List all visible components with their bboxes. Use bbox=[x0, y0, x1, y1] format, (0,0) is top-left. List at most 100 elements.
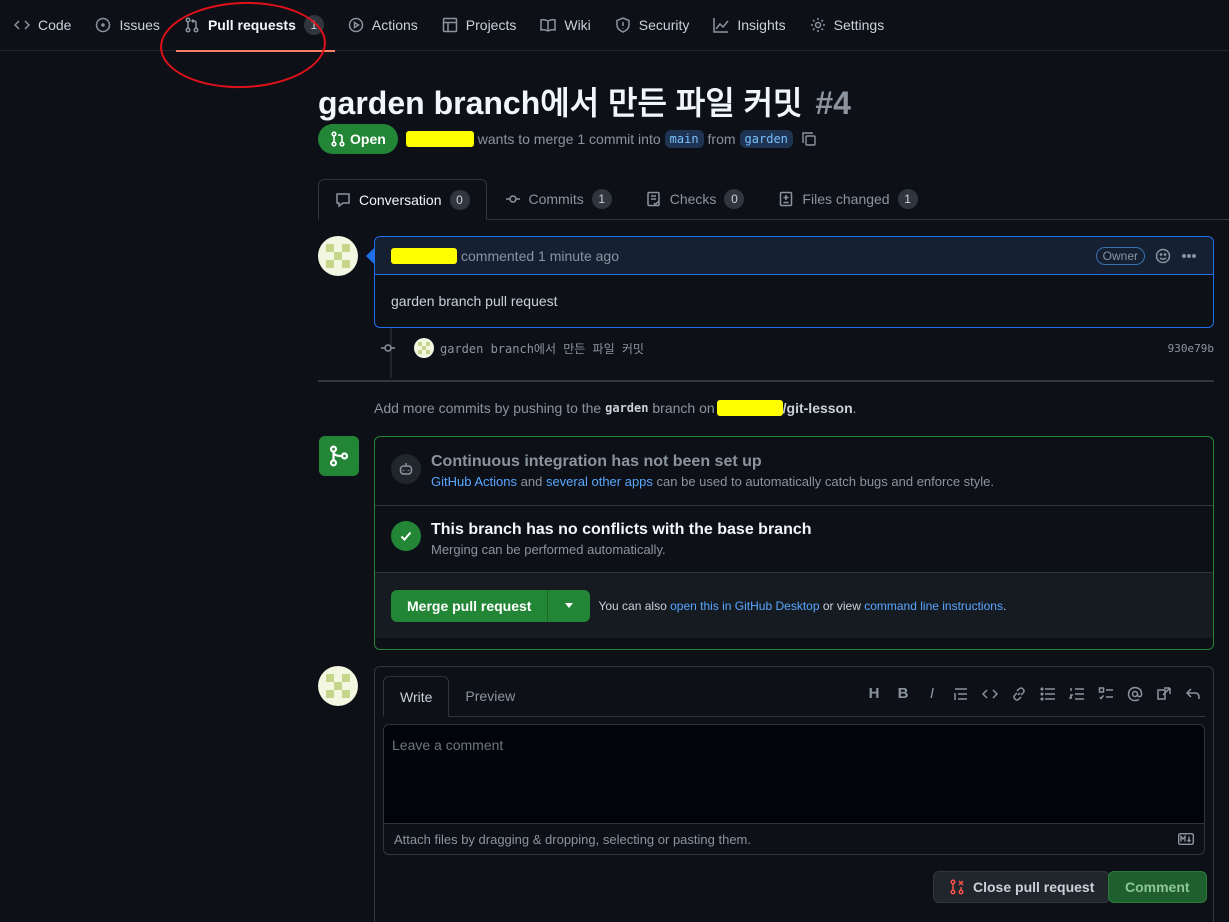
tab-conversation[interactable]: Conversation 0 bbox=[318, 179, 487, 220]
attach-files-bar[interactable]: Attach files by dragging & dropping, sel… bbox=[383, 823, 1205, 855]
nav-security-label: Security bbox=[638, 17, 690, 33]
command-line-link[interactable]: command line instructions bbox=[864, 599, 1003, 613]
merge-method-dropdown[interactable] bbox=[548, 589, 591, 622]
nav-code-label: Code bbox=[38, 17, 72, 33]
ci-rest: can be used to automatically catch bugs … bbox=[656, 474, 995, 489]
tab-files-changed-label: Files changed bbox=[802, 191, 890, 207]
current-user-avatar[interactable] bbox=[318, 666, 358, 706]
nav-security[interactable]: Security bbox=[615, 0, 701, 51]
tab-commits-label: Commits bbox=[528, 191, 584, 207]
nav-wiki[interactable]: Wiki bbox=[540, 0, 601, 51]
owner-badge: Owner bbox=[1095, 246, 1145, 265]
nav-issues[interactable]: Issues bbox=[95, 0, 170, 51]
italic-button[interactable]: I bbox=[924, 685, 940, 702]
github-actions-link[interactable]: GitHub Actions bbox=[431, 474, 517, 489]
page-title: garden branch에서 만든 파일 커밋 #4 bbox=[318, 78, 851, 124]
pr-tabs: Conversation 0 Commits 1 Checks 0 Files … bbox=[318, 179, 1229, 220]
merge-actions: Merge pull request You can also open thi… bbox=[375, 573, 1213, 638]
nav-settings[interactable]: Settings bbox=[810, 0, 896, 51]
smiley-icon[interactable] bbox=[1155, 248, 1171, 264]
comment-meta: commented 1 minute ago bbox=[461, 247, 619, 264]
kebab-horizontal-icon[interactable] bbox=[1181, 248, 1197, 264]
merge-box: Continuous integration has not been set … bbox=[374, 436, 1214, 650]
merge-note: You can also open this in GitHub Desktop… bbox=[598, 599, 1006, 613]
commit-message[interactable]: garden branch에서 만든 파일 커밋 bbox=[440, 340, 644, 357]
redacted-commenter bbox=[391, 247, 457, 264]
ordered-list-icon[interactable] bbox=[1069, 686, 1085, 702]
repo-nav: Code Issues Pull requests 1 Actions Proj… bbox=[0, 0, 1229, 52]
commit-avatar[interactable] bbox=[414, 338, 434, 358]
nav-insights[interactable]: Insights bbox=[713, 0, 796, 51]
diff-icon bbox=[780, 191, 793, 207]
tab-write[interactable]: Write bbox=[383, 676, 450, 717]
nav-pull-requests[interactable]: Pull requests 1 bbox=[175, 0, 335, 52]
nav-actions[interactable]: Actions bbox=[348, 0, 429, 51]
code-icon bbox=[14, 20, 30, 30]
push-hint-branch: garden bbox=[605, 401, 649, 415]
copy-icon[interactable] bbox=[801, 131, 817, 147]
merge-text: wants to merge 1 commit into bbox=[477, 131, 661, 147]
reply-icon[interactable] bbox=[1185, 686, 1201, 702]
heading-button[interactable]: H bbox=[866, 685, 882, 702]
code-icon[interactable] bbox=[982, 686, 998, 702]
comment-submit-button[interactable]: Comment bbox=[1108, 871, 1207, 903]
commit-icon bbox=[381, 344, 395, 352]
nav-projects[interactable]: Projects bbox=[442, 0, 528, 51]
comment-form: Write Preview H B I Leave a comment Atta… bbox=[374, 666, 1214, 922]
base-branch[interactable]: main bbox=[664, 130, 704, 148]
attach-files-text: Attach files by dragging & dropping, sel… bbox=[394, 831, 751, 847]
other-apps-link[interactable]: several other apps bbox=[546, 474, 653, 489]
bold-button[interactable]: B bbox=[895, 685, 911, 702]
nav-actions-label: Actions bbox=[371, 17, 418, 33]
merge-pull-request-button[interactable]: Merge pull request bbox=[391, 589, 549, 622]
chevron-down-icon bbox=[565, 603, 574, 608]
nav-settings-label: Settings bbox=[833, 17, 885, 33]
head-branch[interactable]: garden bbox=[739, 130, 793, 148]
link-icon[interactable] bbox=[1011, 686, 1027, 702]
conflict-title: This branch has no conflicts with the ba… bbox=[431, 521, 812, 538]
pull-request-icon bbox=[331, 131, 345, 147]
nav-issues-label: Issues bbox=[119, 17, 160, 33]
ci-and: and bbox=[520, 474, 543, 489]
comment-textarea[interactable]: Leave a comment bbox=[383, 724, 1205, 824]
tab-commits[interactable]: Commits 1 bbox=[489, 179, 628, 219]
pr-title-text: garden branch에서 만든 파일 커밋 bbox=[318, 85, 803, 121]
push-hint-repo[interactable]: /git-lesson bbox=[783, 400, 853, 416]
close-pull-request-button[interactable]: Close pull request bbox=[933, 871, 1111, 903]
quote-icon[interactable] bbox=[953, 686, 969, 702]
comment: commented 1 minute ago Owner garden bran… bbox=[374, 236, 1214, 328]
tab-preview[interactable]: Preview bbox=[449, 676, 531, 716]
markdown-icon[interactable] bbox=[1178, 833, 1194, 845]
avatar[interactable] bbox=[318, 236, 358, 276]
pull-request-closed-icon bbox=[950, 879, 964, 895]
push-hint-prefix: Add more commits by pushing to the bbox=[374, 400, 602, 416]
nav-code[interactable]: Code bbox=[14, 0, 82, 51]
task-list-icon[interactable] bbox=[1098, 686, 1114, 702]
from-text: from bbox=[707, 131, 736, 147]
comment-arrow bbox=[366, 248, 374, 264]
merge-note-or: or view bbox=[822, 598, 861, 613]
conflict-desc: Merging can be performed automatically. bbox=[431, 542, 666, 557]
push-hint-suffix: . bbox=[852, 400, 857, 416]
book-icon bbox=[540, 18, 557, 32]
robot-icon bbox=[399, 463, 413, 475]
check-icon-wrap bbox=[391, 521, 421, 551]
git-merge-icon bbox=[329, 445, 349, 467]
commit-sha[interactable]: 930e79b bbox=[1168, 342, 1214, 355]
commit-row: garden branch에서 만든 파일 커밋 930e79b bbox=[380, 336, 1214, 360]
cross-reference-icon[interactable] bbox=[1156, 686, 1172, 702]
ci-section: Continuous integration has not been set … bbox=[375, 437, 1213, 506]
tab-checks-count: 0 bbox=[724, 189, 745, 209]
pull-requests-count: 1 bbox=[303, 15, 324, 35]
github-desktop-link[interactable]: open this in GitHub Desktop bbox=[670, 599, 819, 613]
tab-files-changed[interactable]: Files changed 1 bbox=[762, 179, 933, 219]
nav-insights-label: Insights bbox=[737, 17, 786, 33]
tab-checks[interactable]: Checks 0 bbox=[630, 179, 761, 219]
pull-request-icon bbox=[185, 17, 199, 33]
merge-button-group: Merge pull request bbox=[391, 589, 591, 622]
nav-projects-label: Projects bbox=[465, 17, 517, 33]
checklist-icon bbox=[646, 191, 660, 207]
unordered-list-icon[interactable] bbox=[1040, 686, 1056, 702]
mention-icon[interactable] bbox=[1127, 686, 1143, 702]
ci-desc: GitHub Actions and several other apps ca… bbox=[431, 474, 994, 489]
